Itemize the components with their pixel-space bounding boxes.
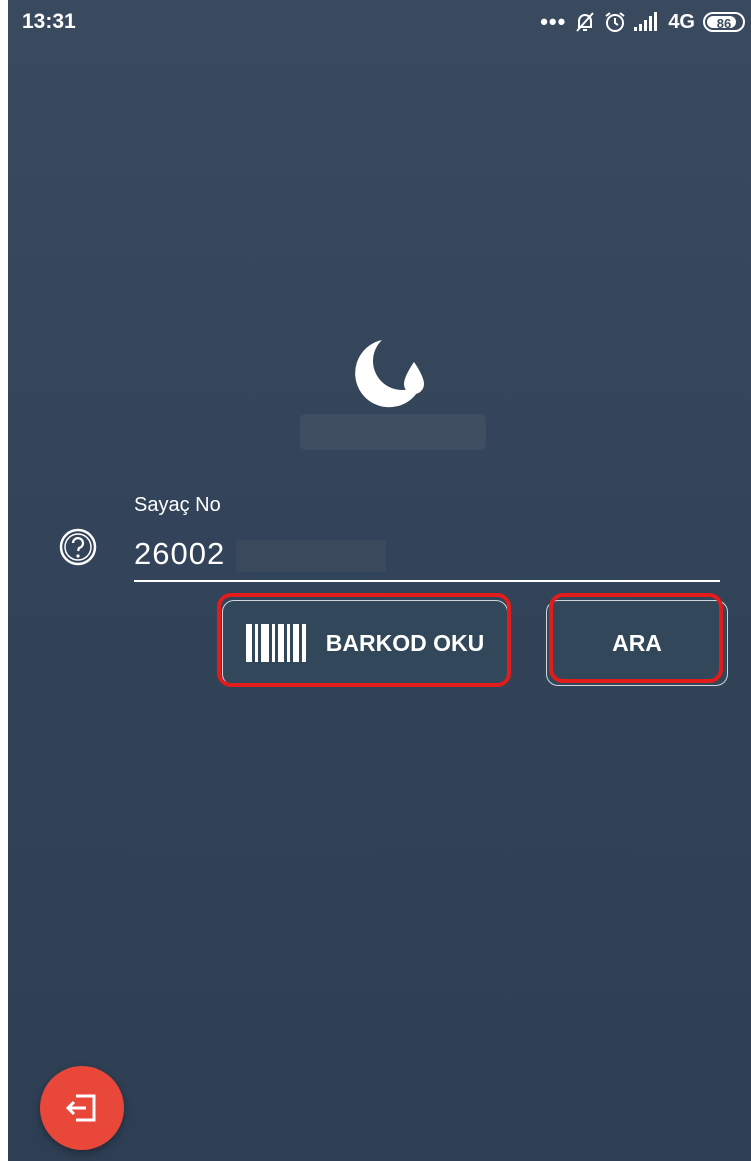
signal-icon [634, 12, 658, 31]
network-type: 4G [668, 10, 695, 33]
battery-indicator: 86 [703, 12, 745, 32]
battery-level: 86 [716, 16, 732, 31]
app-screen: 13:31 ••• 4G 86 Sayaç No 26002 BARKOD OK… [8, 0, 751, 1161]
scan-barcode-label: BARKOD OKU [325, 629, 485, 656]
meter-number-label: Sayaç No [134, 494, 221, 516]
water-drop-logo [355, 340, 424, 408]
status-icons: ••• 4G 86 [540, 9, 745, 35]
barcode-icon [245, 624, 306, 662]
exit-button[interactable] [40, 1066, 124, 1150]
search-label: ARA [612, 629, 662, 656]
bell-off-icon [576, 12, 595, 32]
input-redaction [236, 540, 386, 572]
status-time: 13:31 [22, 10, 76, 33]
meter-number-input[interactable]: 26002 [134, 536, 225, 572]
status-bar: 13:31 ••• 4G 86 [8, 0, 751, 46]
app-name-redacted [300, 414, 486, 450]
search-button[interactable]: ARA [546, 600, 728, 686]
input-underline [134, 580, 720, 582]
more-dots: ••• [540, 9, 567, 34]
exit-icon [65, 1094, 96, 1122]
scan-barcode-button[interactable]: BARKOD OKU [222, 600, 508, 686]
alarm-icon [605, 12, 625, 32]
question-circle-icon[interactable] [58, 527, 98, 567]
